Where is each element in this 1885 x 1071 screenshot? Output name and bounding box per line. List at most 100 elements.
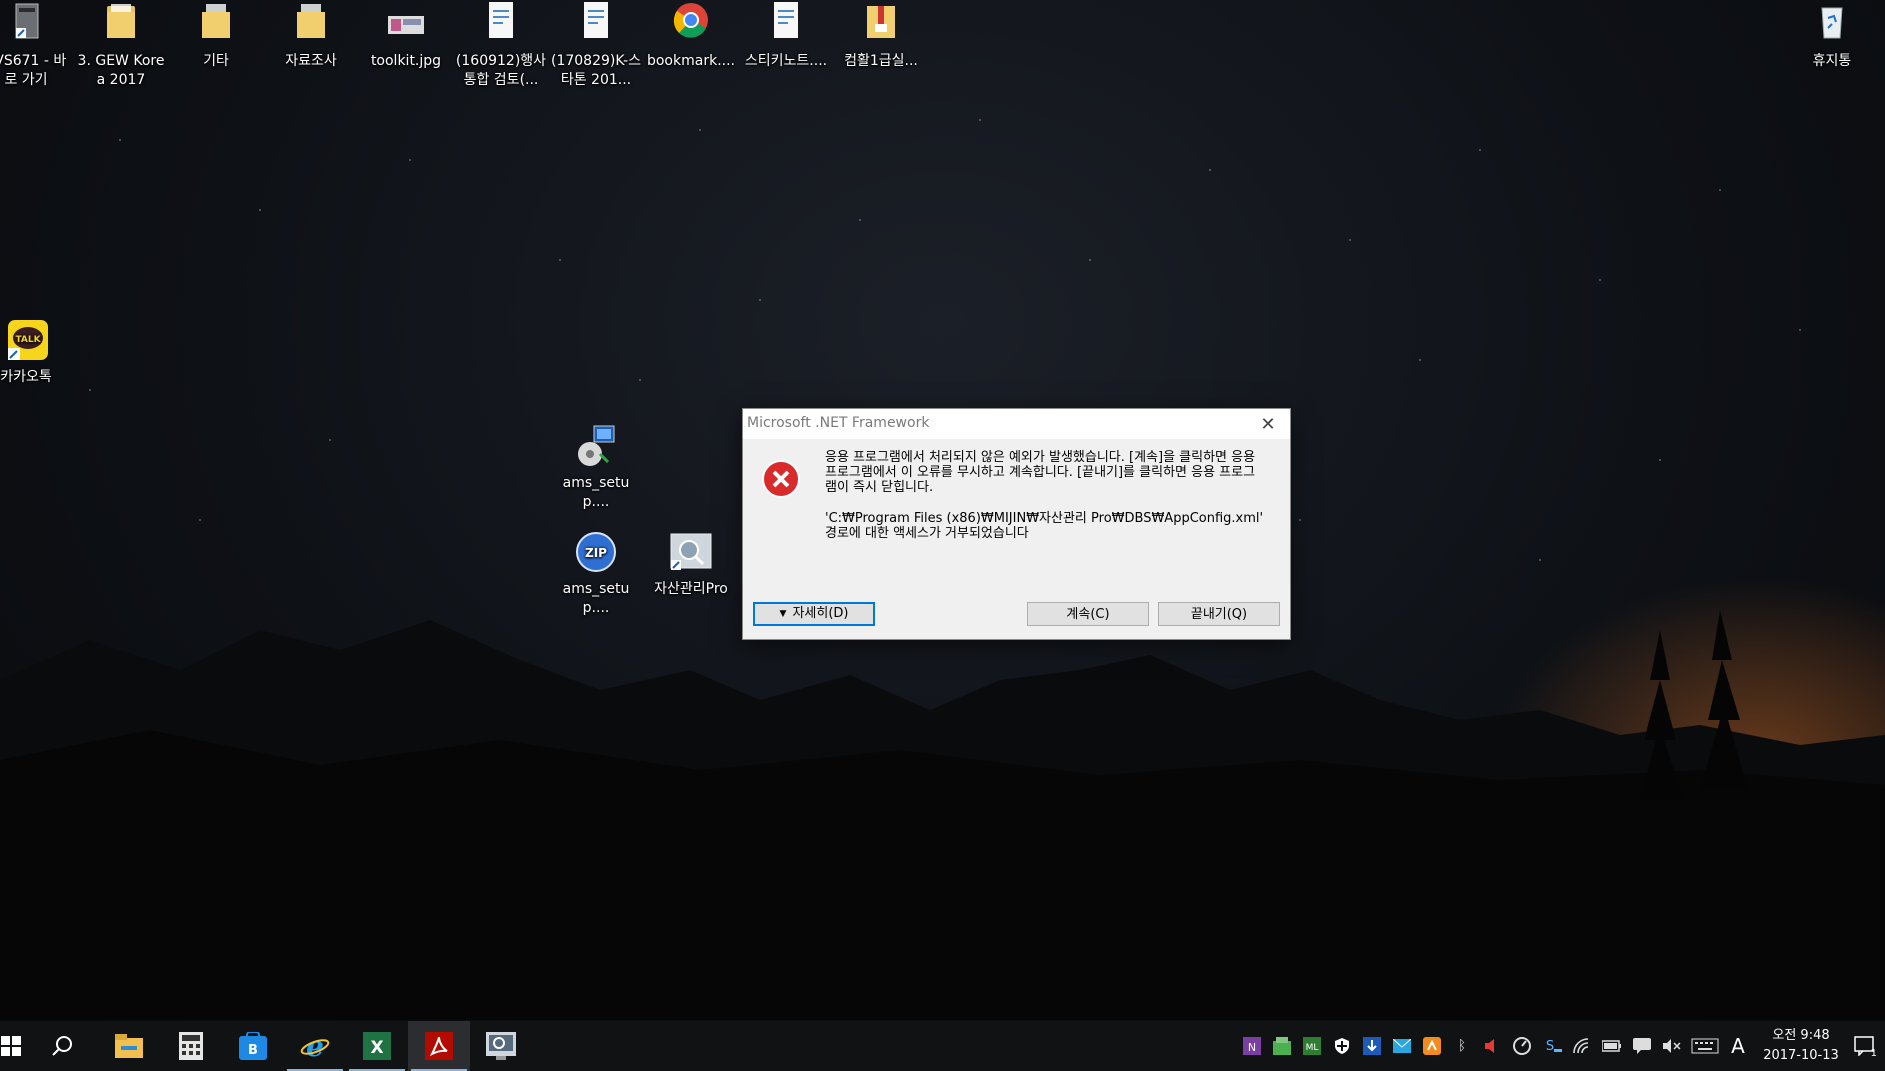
- store-icon: B: [239, 1032, 267, 1060]
- clock-time: 오전 9:48: [1772, 1028, 1830, 1043]
- kakaotalk-icon: TALK: [4, 318, 48, 362]
- internet-explorer-icon: e: [300, 1031, 330, 1061]
- dialog-message: 응용 프로그램에서 처리되지 않은 예외가 발생했습니다. [계속]을 클릭하면…: [825, 450, 1265, 557]
- continue-button[interactable]: 계속(C): [1027, 602, 1149, 626]
- image-file-icon: [384, 2, 428, 46]
- desktop-icon-label: ams_setup....: [562, 581, 630, 616]
- taskbar-calculator[interactable]: [160, 1021, 222, 1071]
- close-button[interactable]: ✕: [1246, 409, 1290, 439]
- desktop-icon-recycle-bin[interactable]: 휴지통: [1786, 2, 1878, 71]
- desktop-icon-bookmark[interactable]: bookmark....: [645, 2, 737, 71]
- error-icon: [761, 459, 801, 499]
- svg-text:S: S: [1546, 1039, 1554, 1054]
- svg-text:ZIP: ZIP: [585, 546, 607, 560]
- desktop-icon-ams-setup-1[interactable]: ams_setup....: [550, 424, 642, 512]
- dialog-title: Microsoft .NET Framework: [747, 415, 930, 431]
- desktop-icon-label: ams_setup....: [562, 475, 630, 510]
- taskbar-excel[interactable]: X: [346, 1021, 408, 1071]
- desktop-icon-label: bookmark....: [646, 53, 735, 69]
- quit-button[interactable]: 끝내기(Q): [1158, 602, 1280, 626]
- action-center-button[interactable]: 1: [1845, 1021, 1885, 1071]
- desktop-icon-cert[interactable]: 컴활1급실...: [835, 2, 927, 71]
- folder-icon: [194, 2, 238, 46]
- drive-shortcut-icon: [4, 2, 48, 46]
- svg-text:ML: ML: [1306, 1043, 1319, 1053]
- shield-icon[interactable]: [1329, 1033, 1355, 1059]
- dialog-titlebar[interactable]: Microsoft .NET Framework ✕: [743, 409, 1290, 439]
- taskbar-internet-explorer[interactable]: e: [284, 1021, 346, 1071]
- ime-indicator[interactable]: A: [1725, 1033, 1751, 1059]
- desktop-icon-label: 자료조사: [285, 53, 337, 69]
- desktop-icon-label: 스티키노트....: [744, 53, 828, 69]
- recycle-bin-icon: [1810, 2, 1854, 46]
- battery-icon[interactable]: [1599, 1033, 1625, 1059]
- desktop-icon-doc170829[interactable]: (170829)K-스타톤 201...: [550, 2, 642, 90]
- desktop-icon-tvs671[interactable]: TVS671 - 바로 가기: [0, 2, 72, 90]
- close-icon: ✕: [1260, 413, 1276, 435]
- svg-text:N: N: [1248, 1041, 1256, 1054]
- taskbar-acrobat[interactable]: [408, 1021, 470, 1071]
- wifi-icon[interactable]: [1569, 1033, 1595, 1059]
- desktop-icon-research[interactable]: 자료조사: [265, 2, 357, 71]
- speaker-red-icon[interactable]: [1479, 1033, 1505, 1059]
- desktop-icon-toolkit[interactable]: toolkit.jpg: [360, 2, 452, 71]
- bluetooth-icon[interactable]: ᛒ: [1449, 1033, 1475, 1059]
- notification-count: 1: [1870, 1048, 1877, 1059]
- chevron-down-icon: ▼: [779, 609, 787, 619]
- message-icon[interactable]: [1629, 1033, 1655, 1059]
- onenote-tray-icon[interactable]: N: [1239, 1033, 1265, 1059]
- svg-text:B: B: [248, 1043, 258, 1058]
- mail-icon[interactable]: [1389, 1033, 1415, 1059]
- desktop-icon-label: (170829)K-스타톤 201...: [550, 53, 641, 88]
- skype-business-icon[interactable]: S: [1539, 1033, 1565, 1059]
- taskbar-store[interactable]: B: [222, 1021, 284, 1071]
- keyboard-icon[interactable]: [1689, 1033, 1721, 1059]
- folder-icon: [99, 2, 143, 46]
- details-button[interactable]: ▼ 자세히(D): [753, 602, 875, 626]
- asset-manager-icon: [486, 1032, 516, 1060]
- svg-text:X: X: [370, 1038, 383, 1058]
- system-tray: N ML ᛒ S A 오전 9:48 2017-10-13 1: [1237, 1021, 1885, 1071]
- file-explorer-icon: [115, 1034, 143, 1058]
- search-button[interactable]: [28, 1021, 98, 1071]
- desktop-icon-label: 자산관리Pro: [654, 581, 728, 597]
- taskbar-asset-manager[interactable]: [470, 1021, 532, 1071]
- error-dialog: Microsoft .NET Framework ✕ 응용 프로그램에서 처리되…: [742, 408, 1291, 640]
- desktop-icon-doc160912[interactable]: (160912)행사 통합 검토(...: [455, 2, 547, 90]
- gauge-icon[interactable]: [1509, 1033, 1535, 1059]
- desktop-icon-label: 카카오톡: [0, 369, 52, 385]
- zip-icon: ZIP: [574, 530, 618, 574]
- desktop-icon-sticky[interactable]: 스티키노트....: [740, 2, 832, 71]
- desktop-icon-label: 3. GEW Korea 2017: [77, 53, 165, 88]
- desktop-icon-ams-setup-2[interactable]: ZIP ams_setup....: [550, 530, 642, 618]
- desktop-icon-kakaotalk[interactable]: TALK 카카오톡: [0, 318, 72, 387]
- search-icon: [52, 1036, 72, 1056]
- chrome-icon: [669, 2, 713, 46]
- desktop-icon-label: 기타: [203, 53, 229, 69]
- folder-icon: [289, 2, 333, 46]
- asset-manager-icon: [669, 530, 713, 574]
- start-icon: [1, 1036, 21, 1056]
- desktop-icon-gew[interactable]: 3. GEW Korea 2017: [75, 2, 167, 90]
- installer-icon: [574, 424, 618, 468]
- taskbar-file-explorer[interactable]: [98, 1021, 160, 1071]
- clock[interactable]: 오전 9:48 2017-10-13: [1757, 1026, 1845, 1066]
- taskbar: B e X N ML ᛒ S A 오전 9:48 2017-10-13 1: [0, 1021, 1885, 1071]
- clock-date: 2017-10-13: [1763, 1048, 1839, 1063]
- acrobat-icon: [425, 1032, 453, 1060]
- orange-app-tray-icon[interactable]: [1419, 1033, 1445, 1059]
- volume-muted-icon[interactable]: [1659, 1033, 1685, 1059]
- excel-icon: X: [363, 1032, 391, 1060]
- zip-folder-icon: [859, 2, 903, 46]
- svg-text:TALK: TALK: [15, 335, 41, 345]
- start-button[interactable]: [0, 1021, 28, 1071]
- package-tray-icon[interactable]: [1269, 1033, 1295, 1059]
- svg-text:e: e: [306, 1031, 324, 1061]
- download-icon[interactable]: [1359, 1033, 1385, 1059]
- desktop-icon-asset-pro[interactable]: 자산관리Pro: [645, 530, 737, 599]
- hwp-document-icon: [574, 2, 618, 46]
- desktop-icon-etc[interactable]: 기타: [170, 2, 262, 71]
- ml-tray-icon[interactable]: ML: [1299, 1033, 1325, 1059]
- hwp-document-icon: [479, 2, 523, 46]
- desktop-icon-label: 휴지통: [1812, 53, 1852, 69]
